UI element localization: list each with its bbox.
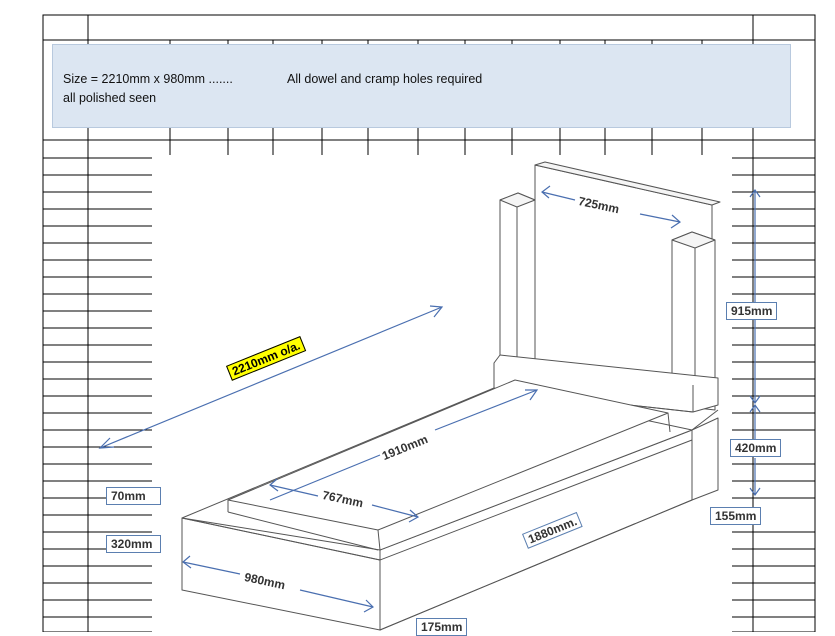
kerb-70-label: 70mm: [106, 487, 161, 505]
grid-right: [732, 157, 815, 618]
notes-banner: Size = 2210mm x 980mm ....... All dowel …: [52, 44, 791, 128]
kerb-320-label: 320mm: [106, 535, 161, 553]
bottom-175-label: 175mm: [416, 618, 468, 636]
size-note: Size = 2210mm x 980mm .......: [63, 72, 233, 86]
right-155-label: 155mm: [710, 507, 762, 525]
upright-height-label: 915mm: [726, 302, 778, 320]
base-height-label: 420mm: [730, 439, 782, 457]
holes-note: All dowel and cramp holes required: [287, 72, 483, 86]
polish-note: all polished seen: [63, 91, 157, 105]
